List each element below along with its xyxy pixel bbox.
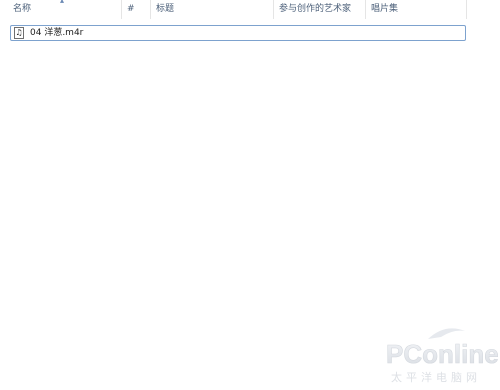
- column-label-artist: 参与创作的艺术家: [279, 4, 352, 14]
- column-header-number[interactable]: #: [122, 0, 150, 19]
- column-label-number: #: [127, 4, 135, 14]
- svg-text:太平洋电脑网: 太平洋电脑网: [391, 370, 481, 384]
- svg-text:PConline: PConline: [386, 339, 498, 369]
- column-label-album: 唱片集: [371, 4, 399, 14]
- music-file-icon: ♫: [14, 27, 24, 39]
- file-name: 04 洋葱.m4r: [30, 28, 84, 38]
- column-header-name[interactable]: 名称: [8, 0, 121, 19]
- column-header-title[interactable]: 标题: [151, 0, 273, 19]
- watermark-logo: PConline 太平洋电脑网: [383, 325, 499, 385]
- file-row[interactable]: ♫ 04 洋葱.m4r: [10, 25, 466, 41]
- column-label-name: 名称: [13, 4, 32, 14]
- sort-up-icon: ▴: [60, 0, 65, 5]
- column-header-artist[interactable]: 参与创作的艺术家: [274, 0, 365, 19]
- column-separator[interactable]: [466, 0, 467, 19]
- column-label-title: 标题: [156, 4, 175, 14]
- column-header: 名称 ▴ # 标题 参与创作的艺术家 唱片集: [0, 0, 500, 19]
- column-header-album[interactable]: 唱片集: [366, 0, 466, 19]
